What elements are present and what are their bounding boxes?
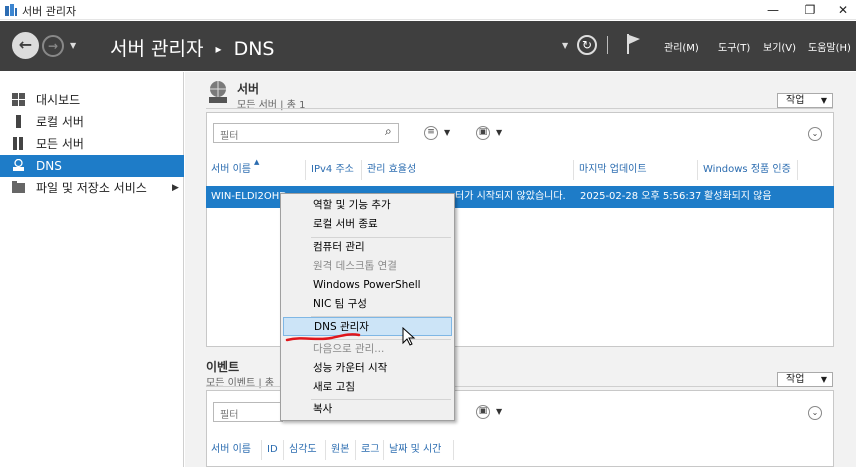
local-server-icon — [16, 115, 21, 128]
events-title: 이벤트 — [206, 360, 240, 374]
breadcrumb-root[interactable]: 서버 관리자 — [110, 38, 203, 60]
expand-arrow-icon[interactable]: ▶ — [172, 177, 179, 199]
refresh-dropdown-arrow[interactable]: ▼ — [562, 41, 568, 50]
sidebar-item-label: 모든 서버 — [36, 137, 84, 151]
cell-server-name: WIN-ELDI2OHD — [211, 191, 287, 202]
back-button[interactable]: ← — [12, 32, 39, 59]
sidebar-item-label: 로컬 서버 — [36, 115, 84, 129]
column-header[interactable]: 날짜 및 시간 — [384, 440, 454, 460]
sidebar-item-label: DNS — [36, 159, 62, 173]
menu-item-start-performance-counters[interactable]: 성능 카운터 시작 — [283, 359, 452, 378]
sidebar-item-label: 파일 및 저장소 서비스 — [36, 181, 147, 195]
column-header[interactable]: 마지막 업데이트 — [574, 160, 698, 180]
filter-placeholder: 필터 — [220, 410, 239, 421]
expand-collapse-icon[interactable]: ⌄ — [808, 127, 822, 141]
breadcrumb: 서버 관리자 ▸ DNS — [110, 34, 274, 61]
sidebar-item-dashboard[interactable]: 대시보드 — [0, 89, 184, 111]
section-divider — [206, 108, 833, 109]
notifications-flag-icon[interactable] — [626, 33, 642, 55]
menu-item-nic-teaming[interactable]: NIC 팀 구성 — [283, 295, 452, 314]
column-header[interactable]: 심각도 — [284, 440, 326, 460]
menu-item-copy[interactable]: 복사 — [283, 400, 452, 419]
sidebar-item-local-server[interactable]: 로컬 서버 — [0, 111, 184, 133]
menu-tools[interactable]: 도구(T) — [718, 39, 750, 54]
server-manager-app-icon — [5, 4, 17, 16]
cell-last-update: 2025-02-28 오후 5:56:37 — [580, 191, 702, 202]
dropdown-arrow-icon: ▼ — [820, 96, 827, 105]
breadcrumb-separator: ▸ — [215, 42, 222, 56]
window-titlebar: 서버 관리자 — ❐ ✕ — [0, 0, 856, 20]
history-dropdown[interactable]: ▼ — [70, 41, 76, 50]
menu-item-shutdown-local-server[interactable]: 로컬 서버 종료 — [283, 215, 452, 234]
column-header[interactable]: IPv4 주소 — [306, 160, 362, 180]
sort-asc-icon: ▲ — [254, 158, 260, 166]
events-table-header: 서버 이름 ID 심각도 원본 로그 날짜 및 시간 — [206, 440, 834, 460]
context-menu: 역할 및 기능 추가 로컬 서버 종료 컴퓨터 관리 원격 데스크톱 연결 Wi… — [280, 193, 455, 421]
menu-help[interactable]: 도움말(H) — [808, 39, 851, 54]
column-header[interactable]: 서버 이름 — [206, 440, 262, 460]
servers-title: 서버 — [237, 82, 260, 96]
menu-item-remote-desktop: 원격 데스크톱 연결 — [313, 260, 397, 272]
servers-table-header: 서버 이름 ▲ IPv4 주소 관리 효율성 마지막 업데이트 Windows … — [206, 158, 834, 180]
expand-collapse-icon[interactable]: ⌄ — [808, 406, 822, 420]
header-divider — [607, 36, 608, 54]
file-storage-icon — [12, 181, 25, 193]
search-icon[interactable]: ⌕ — [385, 124, 392, 139]
cell-activation: 활성화되지 않음 — [704, 191, 772, 202]
servers-tasks-button[interactable]: 작업 ▼ — [777, 93, 833, 108]
dns-icon — [13, 159, 24, 171]
restore-button[interactable]: ❐ — [795, 0, 825, 20]
sidebar-item-all-servers[interactable]: 모든 서버 — [0, 133, 184, 155]
servers-filter-input[interactable]: 필터 — [213, 123, 399, 143]
forward-button[interactable]: → — [42, 35, 64, 57]
column-header[interactable]: 원본 — [326, 440, 356, 460]
list-options-icon[interactable]: ≡ — [424, 126, 438, 140]
window-title: 서버 관리자 — [22, 5, 77, 18]
close-button[interactable]: ✕ — [828, 0, 856, 20]
all-servers-icon — [13, 137, 23, 150]
refresh-icon[interactable]: ↻ — [577, 35, 597, 55]
mouse-cursor-icon — [402, 327, 416, 346]
dropdown-arrow-icon[interactable]: ▼ — [444, 128, 450, 137]
column-header[interactable]: 로그 — [356, 440, 384, 460]
menu-view[interactable]: 보기(V) — [763, 39, 796, 54]
menu-item-add-roles[interactable]: 역할 및 기능 추가 — [283, 196, 452, 215]
events-filter-input[interactable]: 필터 — [213, 402, 283, 422]
filter-placeholder: 필터 — [220, 131, 239, 142]
dropdown-arrow-icon[interactable]: ▼ — [496, 128, 502, 137]
app-header: ← → ▼ 서버 관리자 ▸ DNS ▼ ↻ 관리(M) 도구(T) 보기(V)… — [0, 21, 856, 71]
save-query-icon[interactable]: ▣ — [476, 405, 490, 419]
dropdown-arrow-icon: ▼ — [820, 375, 827, 384]
column-header[interactable]: ID — [262, 440, 284, 460]
menu-item-refresh[interactable]: 새로 고침 — [283, 378, 452, 397]
save-query-icon[interactable]: ▣ — [476, 126, 490, 140]
sidebar-item-label: 대시보드 — [36, 93, 81, 107]
breadcrumb-page: DNS — [233, 38, 275, 60]
tasks-label: 작업 — [786, 374, 805, 385]
dropdown-arrow-icon[interactable]: ▼ — [496, 407, 502, 416]
minimize-button[interactable]: — — [758, 0, 788, 20]
annotation-underline — [285, 333, 361, 342]
sidebar-item-file-storage[interactable]: 파일 및 저장소 서비스 ▶ — [0, 177, 184, 199]
column-header[interactable]: 관리 효율성 — [362, 160, 574, 180]
sidebar: 대시보드 로컬 서버 모든 서버 DNS 파일 및 저장소 서비스 ▶ — [0, 72, 184, 467]
sidebar-item-dns[interactable]: DNS — [0, 155, 184, 177]
servers-section-icon — [209, 81, 227, 103]
menu-item-powershell[interactable]: Windows PowerShell — [283, 276, 452, 295]
menu-manage[interactable]: 관리(M) — [664, 39, 699, 54]
dashboard-icon — [12, 93, 25, 106]
menu-item-computer-management[interactable]: 컴퓨터 관리 — [283, 238, 452, 257]
cell-status: 터가 시작되지 않았습니다. — [455, 191, 566, 202]
tasks-label: 작업 — [786, 95, 805, 106]
events-tasks-button[interactable]: 작업 ▼ — [777, 372, 833, 387]
column-header[interactable]: Windows 정품 인증 — [698, 160, 798, 180]
